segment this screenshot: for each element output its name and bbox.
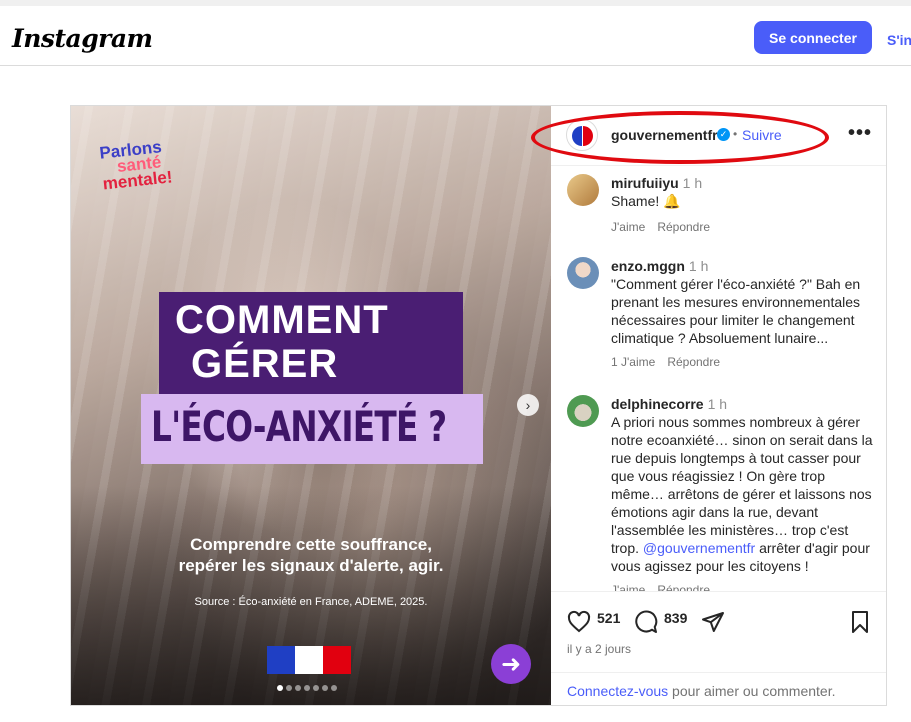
carousel-dots [277,685,337,691]
more-options-icon[interactable]: ••• [848,122,872,145]
reply-button[interactable]: Répondre [657,583,710,591]
login-prompt-text: pour aimer ou commenter. [668,683,836,699]
comment-item: enzo.mggn 1 h "Comment gérer l'éco-anxiét… [551,257,886,377]
highlight-circle [531,111,829,164]
instagram-logo[interactable]: Instagram [12,24,153,53]
avatar[interactable] [567,257,599,289]
comment-username[interactable]: mirufuiiyu [611,175,679,191]
top-bar: Instagram Se connecter S'inscrire [0,0,911,66]
comment-username[interactable]: delphinecorre [611,396,704,412]
mention-link[interactable]: @gouvernementfr [643,540,755,556]
post-sidebar: gouvernementfr ✓ • Suivre ••• mirufuiiyu… [531,106,886,705]
comment-time: 1 h [682,175,703,191]
carousel-dot [304,685,310,691]
comment-time: 1 h [707,396,728,412]
republique-francaise-logo [267,646,351,674]
share-icon[interactable] [701,610,725,634]
heart-icon[interactable] [567,610,591,634]
comment-time: 1 h [688,258,709,274]
comment-icon[interactable] [634,610,658,634]
carousel-dot [313,685,319,691]
post-date: il y a 2 jours [567,642,632,656]
login-button[interactable]: Se connecter [754,21,872,54]
comment-text: A priori nous sommes nombreux à gérer no… [611,413,873,575]
comments-count[interactable]: 839 [664,610,687,626]
brand-logo: Parlons santé mentale! [99,137,174,193]
post-container: Parlons santé mentale! COMMENT GÉRER L'É… [70,105,887,706]
bookmark-icon[interactable] [848,610,872,634]
carousel-dot [322,685,328,691]
carousel-dot [277,685,283,691]
carousel-dot [295,685,301,691]
source-text: Source : Éco-anxiété en France, ADEME, 2… [194,596,428,608]
comment-actions: 1 J'aime Répondre [611,355,732,369]
like-comment-button[interactable]: J'aime [611,583,645,591]
post-media[interactable]: Parlons santé mentale! COMMENT GÉRER L'É… [71,106,551,705]
signup-link[interactable]: S'inscrire [887,32,911,48]
carousel-dot [286,685,292,691]
comment-text: Shame! 🔔 [611,193,681,209]
comment-actions: J'aime Répondre [611,583,722,591]
title-line3: L'ÉCO-ANXIÉTÉ ? [151,402,447,451]
comment-username[interactable]: enzo.mggn [611,258,685,274]
subtitle: Comprendre cette souffrance, repérer les… [131,534,491,576]
avatar[interactable] [567,174,599,206]
comments-list[interactable]: mirufuiiyu 1 h Shame! 🔔 J'aime Répondre en… [551,166,886,591]
comment-text: "Comment gérer l'éco-anxiété ?" Bah en p… [611,276,861,346]
arrow-right-icon: ➜ [491,644,531,684]
post-header: gouvernementfr ✓ • Suivre ••• [531,106,886,166]
comment-actions: J'aime Répondre [611,220,722,234]
comment-text-part: A priori nous sommes nombreux à gérer no… [611,414,873,556]
like-comment-button[interactable]: 1 J'aime [611,355,655,369]
login-link[interactable]: Connectez-vous [567,683,668,699]
like-comment-button[interactable]: J'aime [611,220,645,234]
comment-item: mirufuiiyu 1 h Shame! 🔔 J'aime Répondre [551,174,886,244]
avatar[interactable] [567,395,599,427]
title-line2: GÉRER [191,342,339,386]
subtitle-line1: Comprendre cette souffrance, [190,535,432,554]
login-prompt: Connectez-vous pour aimer ou commenter. [551,672,886,706]
carousel-dot [331,685,337,691]
reply-button[interactable]: Répondre [667,355,720,369]
title-line1: COMMENT [175,298,389,342]
comment-item: delphinecorre 1 h A priori nous sommes no… [551,395,886,591]
subtitle-line2: repérer les signaux d'alerte, agir. [178,556,444,575]
carousel-next-button[interactable]: › [517,394,539,416]
post-actions: 521 839 il y a 2 jours Connectez-vous po… [551,591,886,705]
reply-button[interactable]: Répondre [657,220,710,234]
likes-count[interactable]: 521 [597,610,620,626]
